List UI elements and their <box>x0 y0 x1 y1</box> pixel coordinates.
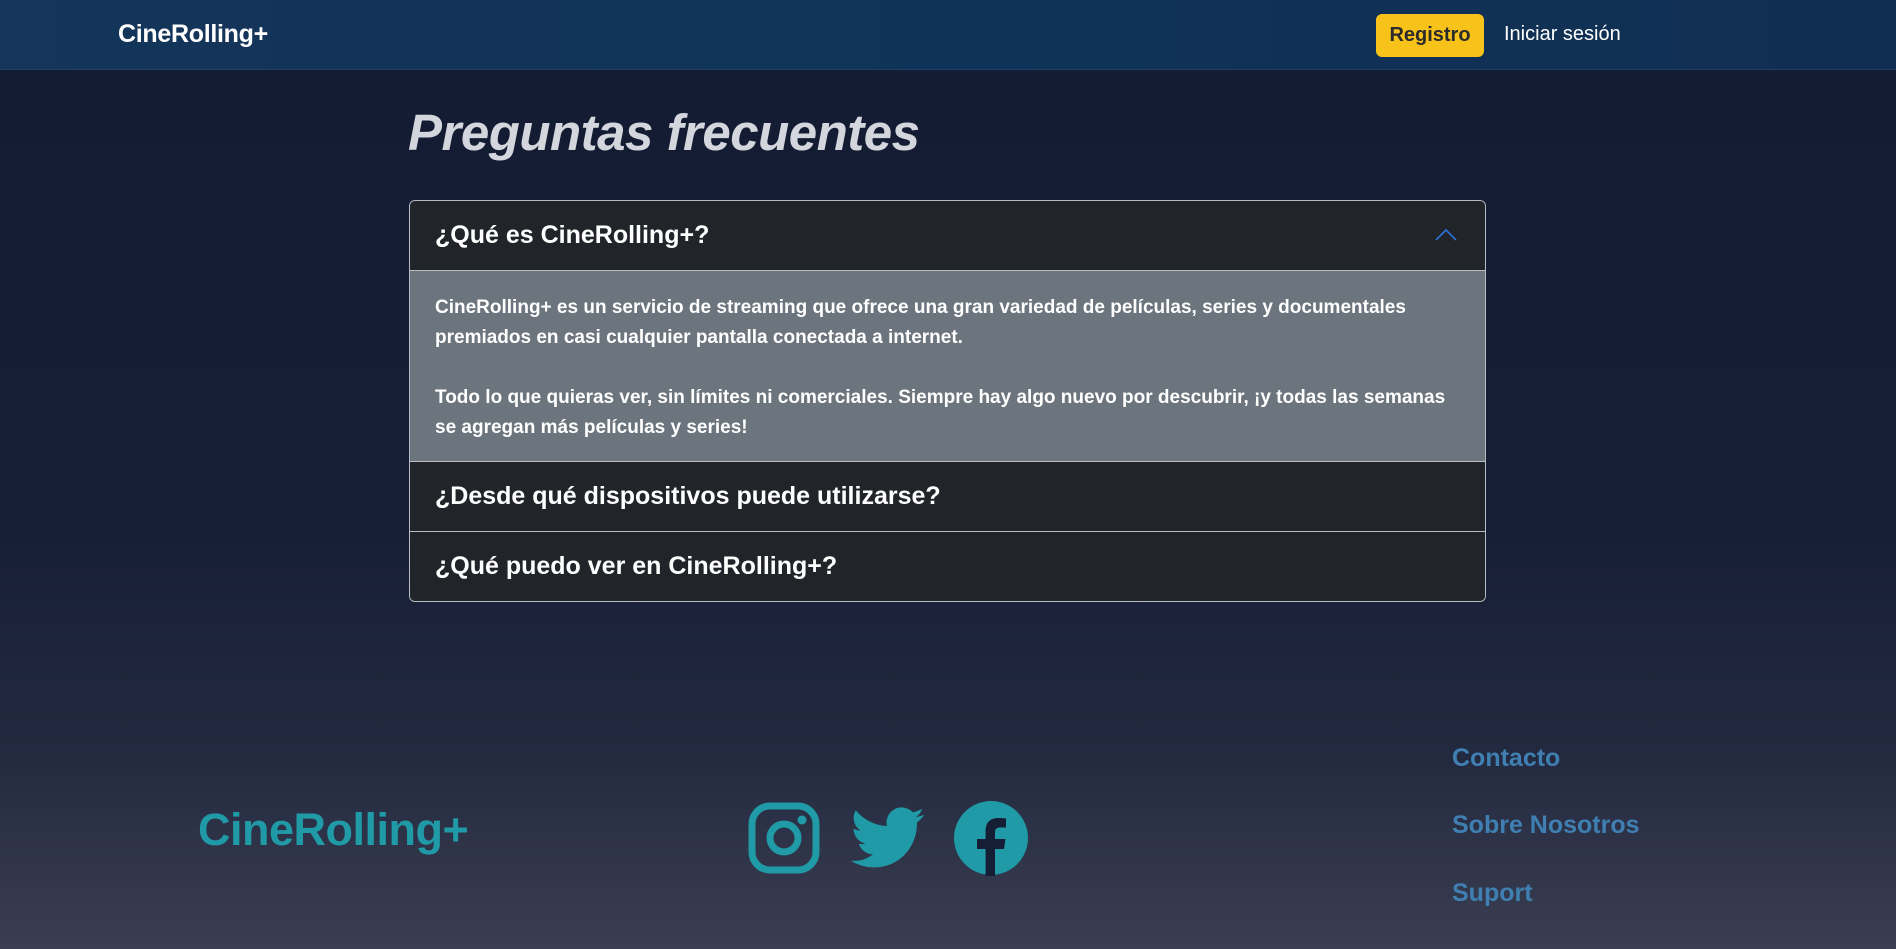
faq-answer-paragraph: Todo lo que quieras ver, sin límites ni … <box>435 387 1446 438</box>
faq-question-label: ¿Desde qué dispositivos puede utilizarse… <box>435 482 941 510</box>
footer-link-contact[interactable]: Contacto <box>1452 744 1560 773</box>
faq-question-label: ¿Qué puedo ver en CineRolling+? <box>435 552 838 580</box>
chevron-up-icon <box>1435 228 1457 241</box>
instagram-icon[interactable] <box>748 802 820 874</box>
twitter-icon[interactable] <box>850 800 926 876</box>
register-button[interactable]: Registro <box>1376 14 1484 57</box>
faq-question-1[interactable]: ¿Qué es CineRolling+? <box>410 201 1485 271</box>
navbar-brand[interactable]: CineRolling+ <box>118 20 268 49</box>
faq-question-label: ¿Qué es CineRolling+? <box>435 221 710 249</box>
footer-brand: CineRolling+ <box>198 804 469 855</box>
faq-question-3[interactable]: ¿Qué puedo ver en CineRolling+? <box>410 531 1485 601</box>
faq-answer-paragraph: CineRolling+ es un servicio de streaming… <box>435 297 1406 348</box>
facebook-icon[interactable] <box>953 800 1029 876</box>
login-link[interactable]: Iniciar sesión <box>1504 23 1621 46</box>
page-title: Preguntas frecuentes <box>408 104 920 161</box>
faq-question-2[interactable]: ¿Desde qué dispositivos puede utilizarse… <box>410 461 1485 531</box>
footer-link-support[interactable]: Suport <box>1452 879 1533 908</box>
faq-answer-1: CineRolling+ es un servicio de streaming… <box>410 271 1485 461</box>
top-navbar: CineRolling+ Registro Iniciar sesión <box>0 0 1896 70</box>
faq-accordion: ¿Qué es CineRolling+? CineRolling+ es un… <box>409 200 1486 602</box>
footer-link-about[interactable]: Sobre Nosotros <box>1452 811 1640 840</box>
